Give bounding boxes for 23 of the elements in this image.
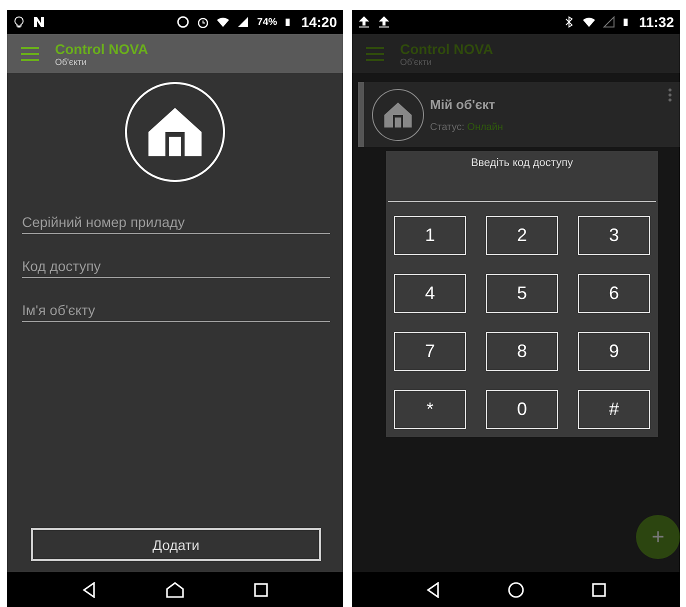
clock-time: 11:32 <box>638 14 674 30</box>
app-title: Control NOVA <box>55 40 148 56</box>
keypad-key[interactable]: 0 <box>486 390 558 429</box>
battery-percent: 74% <box>257 16 278 28</box>
keypad-key[interactable]: 4 <box>394 274 466 313</box>
keypad-key[interactable]: 1 <box>394 216 466 255</box>
input-field[interactable]: Код доступу <box>22 254 330 278</box>
object-name: Мій об'єкт <box>430 96 496 112</box>
keypad-key[interactable]: 2 <box>486 216 558 255</box>
keypad-key[interactable]: 8 <box>486 332 558 371</box>
input-field[interactable]: Серійний номер приладу <box>22 210 330 234</box>
keypad-key[interactable]: 9 <box>578 332 650 371</box>
clock-time: 14:20 <box>301 14 337 30</box>
keypad-key[interactable]: 3 <box>578 216 650 255</box>
dialog-title: Введіть код доступу <box>470 157 574 169</box>
keypad-key[interactable]: * <box>394 390 466 429</box>
app-subtitle: Об'єкти <box>55 56 88 66</box>
keypad-key[interactable]: 5 <box>486 274 558 313</box>
add-button[interactable]: Додати <box>31 528 321 561</box>
input-field[interactable]: Ім'я об'єкту <box>22 298 330 322</box>
keypad-key[interactable]: 7 <box>394 332 466 371</box>
keypad-key[interactable]: 6 <box>578 274 650 313</box>
keypad-key[interactable]: # <box>578 390 650 429</box>
